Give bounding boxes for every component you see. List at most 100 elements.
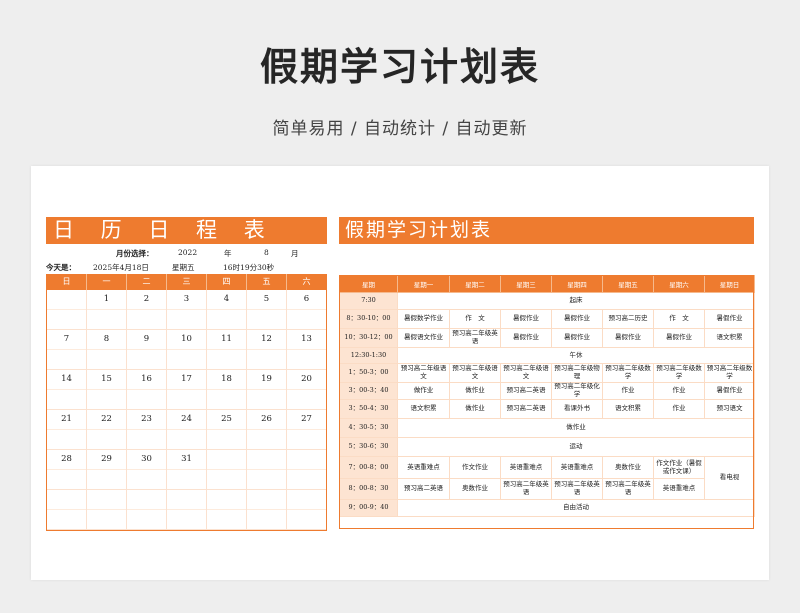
calendar-day-note[interactable] xyxy=(247,429,286,450)
calendar-day[interactable]: 23 xyxy=(127,410,167,450)
activity-cell[interactable]: 暑假作业 xyxy=(653,328,705,348)
calendar-day-note[interactable] xyxy=(247,389,286,410)
activity-cell[interactable]: 暑假作业 xyxy=(602,328,654,348)
calendar-day-note[interactable] xyxy=(87,309,126,330)
calendar-day[interactable]: 1 xyxy=(87,290,127,330)
calendar-day-note[interactable] xyxy=(167,309,206,330)
activity-cell[interactable]: 预习高二年级英语 xyxy=(500,478,552,500)
calendar-day[interactable]: 3 xyxy=(167,290,207,330)
calendar-day[interactable]: 27 xyxy=(287,410,326,450)
calendar-day[interactable]: 20 xyxy=(287,370,326,410)
calendar-day[interactable]: 4 xyxy=(207,290,247,330)
calendar-day-note[interactable] xyxy=(127,509,166,530)
activity-cell[interactable]: 暑假作业 xyxy=(551,309,603,329)
activity-cell[interactable]: 英语重难点 xyxy=(653,478,705,500)
calendar-day-note[interactable] xyxy=(127,469,166,490)
calendar-day[interactable]: 21 xyxy=(47,410,87,450)
calendar-day-note[interactable] xyxy=(287,309,326,330)
calendar-day[interactable]: 19 xyxy=(247,370,287,410)
calendar-day[interactable]: 11 xyxy=(207,330,247,370)
calendar-day-note[interactable] xyxy=(167,509,206,530)
activity-cell[interactable]: 看电视 xyxy=(704,456,755,500)
calendar-day[interactable] xyxy=(207,490,247,530)
calendar-day-note[interactable] xyxy=(167,469,206,490)
calendar-day[interactable]: 8 xyxy=(87,330,127,370)
calendar-day-note[interactable] xyxy=(47,349,86,370)
calendar-day-note[interactable] xyxy=(207,309,246,330)
activity-cell[interactable]: 英语重难点 xyxy=(397,456,450,479)
calendar-day-note[interactable] xyxy=(87,429,126,450)
calendar-day-note[interactable] xyxy=(207,469,246,490)
activity-cell[interactable]: 预习高二英语 xyxy=(397,478,450,500)
calendar-day-note[interactable] xyxy=(87,509,126,530)
activity-cell[interactable]: 看课外书 xyxy=(551,399,603,419)
calendar-day-note[interactable] xyxy=(127,349,166,370)
activity-cell[interactable]: 语文积累 xyxy=(704,328,755,348)
activity-cell[interactable]: 预习高二年级数学 xyxy=(653,363,705,383)
activity-cell[interactable]: 作 文 xyxy=(653,309,705,329)
activity-cell[interactable]: 预习语文 xyxy=(704,399,755,419)
calendar-day[interactable] xyxy=(167,490,207,530)
activity-cell[interactable]: 预习高二年级英语 xyxy=(551,478,603,500)
activity-cell[interactable]: 预习高二年级语文 xyxy=(449,363,501,383)
calendar-day-note[interactable] xyxy=(207,509,246,530)
calendar-day[interactable] xyxy=(207,450,247,490)
activity-cell[interactable]: 预习高二年级语文 xyxy=(500,363,552,383)
activity-cell[interactable]: 预习高二历史 xyxy=(602,309,654,329)
activity-cell[interactable]: 做作业 xyxy=(449,399,501,419)
calendar-day-note[interactable] xyxy=(247,349,286,370)
calendar-day-note[interactable] xyxy=(87,349,126,370)
activity-cell[interactable]: 作业 xyxy=(653,399,705,419)
calendar-day-note[interactable] xyxy=(47,469,86,490)
activity-cell[interactable]: 做作业 xyxy=(397,418,755,438)
calendar-day[interactable]: 31 xyxy=(167,450,207,490)
calendar-day-note[interactable] xyxy=(47,429,86,450)
calendar-day-note[interactable] xyxy=(207,429,246,450)
activity-cell[interactable]: 预习高二年级化学 xyxy=(551,382,603,400)
activity-cell[interactable]: 暑假语文作业 xyxy=(397,328,450,348)
calendar-day[interactable] xyxy=(287,490,326,530)
activity-cell[interactable]: 预习高二年级数学 xyxy=(602,363,654,383)
calendar-day-note[interactable] xyxy=(287,509,326,530)
activity-cell[interactable]: 午休 xyxy=(397,347,755,364)
activity-cell[interactable]: 暑假作业 xyxy=(500,309,552,329)
calendar-day[interactable]: 14 xyxy=(47,370,87,410)
calendar-day[interactable]: 18 xyxy=(207,370,247,410)
calendar-day[interactable] xyxy=(47,290,87,330)
calendar-day-note[interactable] xyxy=(167,429,206,450)
activity-cell[interactable]: 暑假作业 xyxy=(704,309,755,329)
calendar-day-note[interactable] xyxy=(287,349,326,370)
calendar-day-note[interactable] xyxy=(247,469,286,490)
calendar-day[interactable]: 24 xyxy=(167,410,207,450)
calendar-day[interactable] xyxy=(87,490,127,530)
calendar-day[interactable]: 22 xyxy=(87,410,127,450)
activity-cell[interactable]: 做作业 xyxy=(397,382,450,400)
calendar-day[interactable]: 12 xyxy=(247,330,287,370)
activity-cell[interactable]: 自由活动 xyxy=(397,499,755,517)
calendar-day-note[interactable] xyxy=(287,389,326,410)
activity-cell[interactable]: 语文积累 xyxy=(602,399,654,419)
activity-cell[interactable]: 作文作业 xyxy=(449,456,501,479)
calendar-day[interactable] xyxy=(127,490,167,530)
calendar-day-note[interactable] xyxy=(247,509,286,530)
calendar-day[interactable]: 16 xyxy=(127,370,167,410)
calendar-day[interactable] xyxy=(47,490,87,530)
calendar-day-note[interactable] xyxy=(287,429,326,450)
activity-cell[interactable]: 暑假作业 xyxy=(551,328,603,348)
calendar-day[interactable]: 13 xyxy=(287,330,326,370)
calendar-day-note[interactable] xyxy=(167,349,206,370)
calendar-day[interactable]: 7 xyxy=(47,330,87,370)
activity-cell[interactable]: 英语重难点 xyxy=(500,456,552,479)
calendar-day-note[interactable] xyxy=(167,389,206,410)
activity-cell[interactable]: 暑假作业 xyxy=(500,328,552,348)
activity-cell[interactable]: 预习高二年级数学 xyxy=(704,363,755,383)
calendar-day-note[interactable] xyxy=(47,389,86,410)
calendar-day[interactable]: 17 xyxy=(167,370,207,410)
year-value[interactable]: 2022 xyxy=(178,248,197,257)
activity-cell[interactable]: 暑假作业 xyxy=(704,382,755,400)
activity-cell[interactable]: 暑假数学作业 xyxy=(397,309,450,329)
activity-cell[interactable]: 英语重难点 xyxy=(551,456,603,479)
calendar-day[interactable]: 10 xyxy=(167,330,207,370)
activity-cell[interactable]: 作业 xyxy=(602,382,654,400)
calendar-day-note[interactable] xyxy=(207,389,246,410)
